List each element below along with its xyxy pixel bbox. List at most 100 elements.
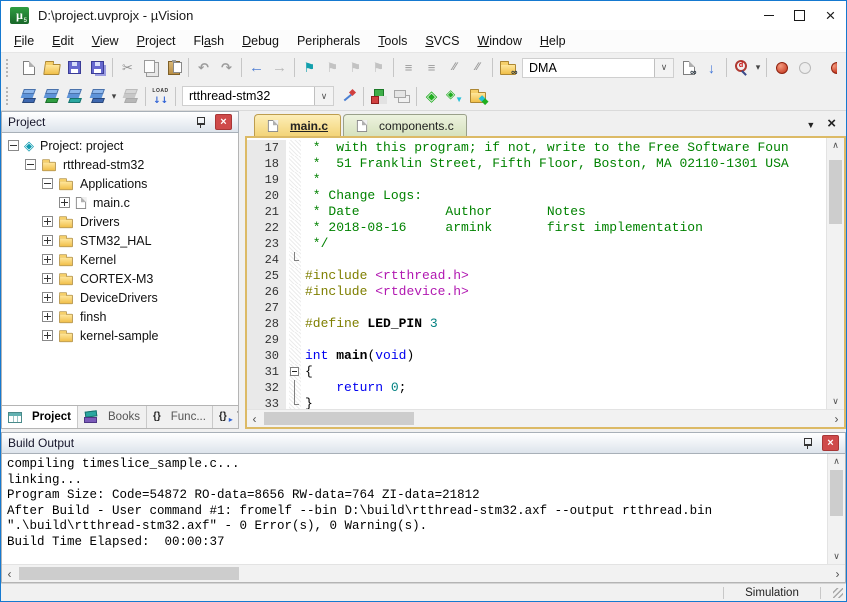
close-document-icon[interactable] [827,115,836,133]
project-close-button[interactable] [215,114,232,130]
menu-svcs[interactable]: SVCS [416,32,468,50]
code-editor[interactable]: 17 * with this program; if not, write to… [247,138,826,409]
target-combobox[interactable]: rtthread-stm32 [182,86,334,106]
document-tab-components-c[interactable]: components.c [343,114,467,136]
uncomment-icon[interactable]: ∕∕ [466,57,489,79]
panel-tab-func[interactable]: {}Func... [147,406,213,428]
enable-breakpoint-icon[interactable] [793,57,816,79]
scrollbar-thumb[interactable] [830,470,843,516]
expand-icon[interactable] [42,330,53,341]
menu-help[interactable]: Help [531,32,575,50]
toolbar-grip[interactable] [6,87,12,105]
expand-icon[interactable] [42,311,53,322]
search-combobox-dropdown-icon[interactable] [654,59,673,77]
toolbar-grip[interactable] [6,59,12,77]
navigate-forward-icon[interactable]: → [268,57,291,79]
expand-icon[interactable] [42,292,53,303]
menu-project[interactable]: Project [128,32,185,50]
download-icon[interactable] [149,85,172,107]
tree-item-main-c[interactable]: main.c [2,193,238,212]
panel-tab-project[interactable]: Project [2,406,78,428]
editor-horizontal-scrollbar[interactable] [247,409,844,427]
scrollbar-thumb[interactable] [264,412,414,425]
menu-flash[interactable]: Flash [185,32,234,50]
build-output-close-button[interactable] [822,435,839,451]
undo-icon[interactable]: ↶ [192,57,215,79]
bookmark-clear-icon[interactable]: ⚑ [367,57,390,79]
menu-edit[interactable]: Edit [43,32,83,50]
tree-item-drivers[interactable]: Drivers [2,212,238,231]
new-file-icon[interactable] [17,57,40,79]
bookmark-next-icon[interactable]: ⚑ [344,57,367,79]
find-in-document-icon[interactable] [677,57,700,79]
expand-icon[interactable] [42,273,53,284]
find-in-files-icon[interactable] [496,57,519,79]
collapse-icon[interactable] [25,159,36,170]
collapse-icon[interactable] [8,140,19,151]
scroll-up-icon[interactable] [827,138,844,153]
manage-project-items-icon[interactable] [367,85,390,107]
copy-icon[interactable] [139,57,162,79]
bookmark-prev-icon[interactable]: ⚑ [321,57,344,79]
file-extensions-icon[interactable] [390,85,413,107]
scroll-down-icon[interactable] [827,394,844,409]
maximize-button[interactable] [784,1,815,30]
dropdown-caret-icon[interactable] [753,57,763,79]
scroll-up-icon[interactable] [828,454,845,469]
panel-tab-books[interactable]: Books [78,406,147,428]
insert-breakpoint-icon[interactable] [770,57,793,79]
kill-breakpoints-icon[interactable] [819,57,842,79]
collapse-icon[interactable] [42,178,53,189]
comment-icon[interactable]: ∕∕ [443,57,466,79]
scroll-left-icon[interactable] [247,410,262,427]
redo-icon[interactable]: ↷ [215,57,238,79]
open-folder-icon[interactable] [40,57,63,79]
rte-config-icon[interactable] [443,85,466,107]
build-output-pin-icon[interactable] [803,437,813,449]
build-icon[interactable] [40,85,63,107]
scroll-right-icon[interactable] [829,410,844,427]
resize-grip[interactable] [821,584,846,601]
save-icon[interactable] [63,57,86,79]
panel-tab-temp[interactable]: {}Temp... [213,406,239,428]
build-vertical-scrollbar[interactable] [827,454,845,564]
rebuild-icon[interactable] [63,85,86,107]
tree-item-devicedrivers[interactable]: DeviceDrivers [2,288,238,307]
document-tab-main-c[interactable]: main.c [254,114,341,136]
tree-item-cortex-m3[interactable]: CORTEX-M3 [2,269,238,288]
bookmark-toggle-icon[interactable]: ⚑ [298,57,321,79]
save-all-icon[interactable] [86,57,109,79]
options-for-target-icon[interactable] [337,85,360,107]
indent-icon[interactable]: ≡ [397,57,420,79]
batch-build-icon[interactable] [86,85,109,107]
target-combobox-dropdown-icon[interactable] [314,87,333,105]
expand-icon[interactable] [42,216,53,227]
expand-icon[interactable] [59,197,70,208]
outdent-icon[interactable]: ≡ [420,57,443,79]
expand-icon[interactable] [42,254,53,265]
incremental-find-icon[interactable]: ↓ [700,57,723,79]
menu-tools[interactable]: Tools [369,32,416,50]
dropdown-caret-icon[interactable] [109,85,119,107]
close-button[interactable] [815,1,846,30]
tab-list-dropdown-icon[interactable] [806,115,815,133]
tree-item-stm32-hal[interactable]: STM32_HAL [2,231,238,250]
tree-item-rtthread-stm32[interactable]: rtthread-stm32 [2,155,238,174]
manage-rte-icon[interactable]: ◈ [420,85,443,107]
search-combobox[interactable]: DMA [522,58,674,78]
cut-icon[interactable]: ✂ [116,57,139,79]
stop-build-icon[interactable] [119,85,142,107]
menu-file[interactable]: File [5,32,43,50]
search-tool-icon[interactable] [730,57,753,79]
translate-icon[interactable] [17,85,40,107]
menu-peripherals[interactable]: Peripherals [288,32,369,50]
fold-marker[interactable] [289,364,301,380]
navigate-back-icon[interactable]: ← [245,57,268,79]
menu-debug[interactable]: Debug [233,32,288,50]
menu-view[interactable]: View [83,32,128,50]
expand-icon[interactable] [42,235,53,246]
scroll-right-icon[interactable] [830,565,845,582]
menu-window[interactable]: Window [468,32,530,50]
scroll-left-icon[interactable] [2,565,17,582]
tree-item-project-project[interactable]: ◈Project: project [2,136,238,155]
